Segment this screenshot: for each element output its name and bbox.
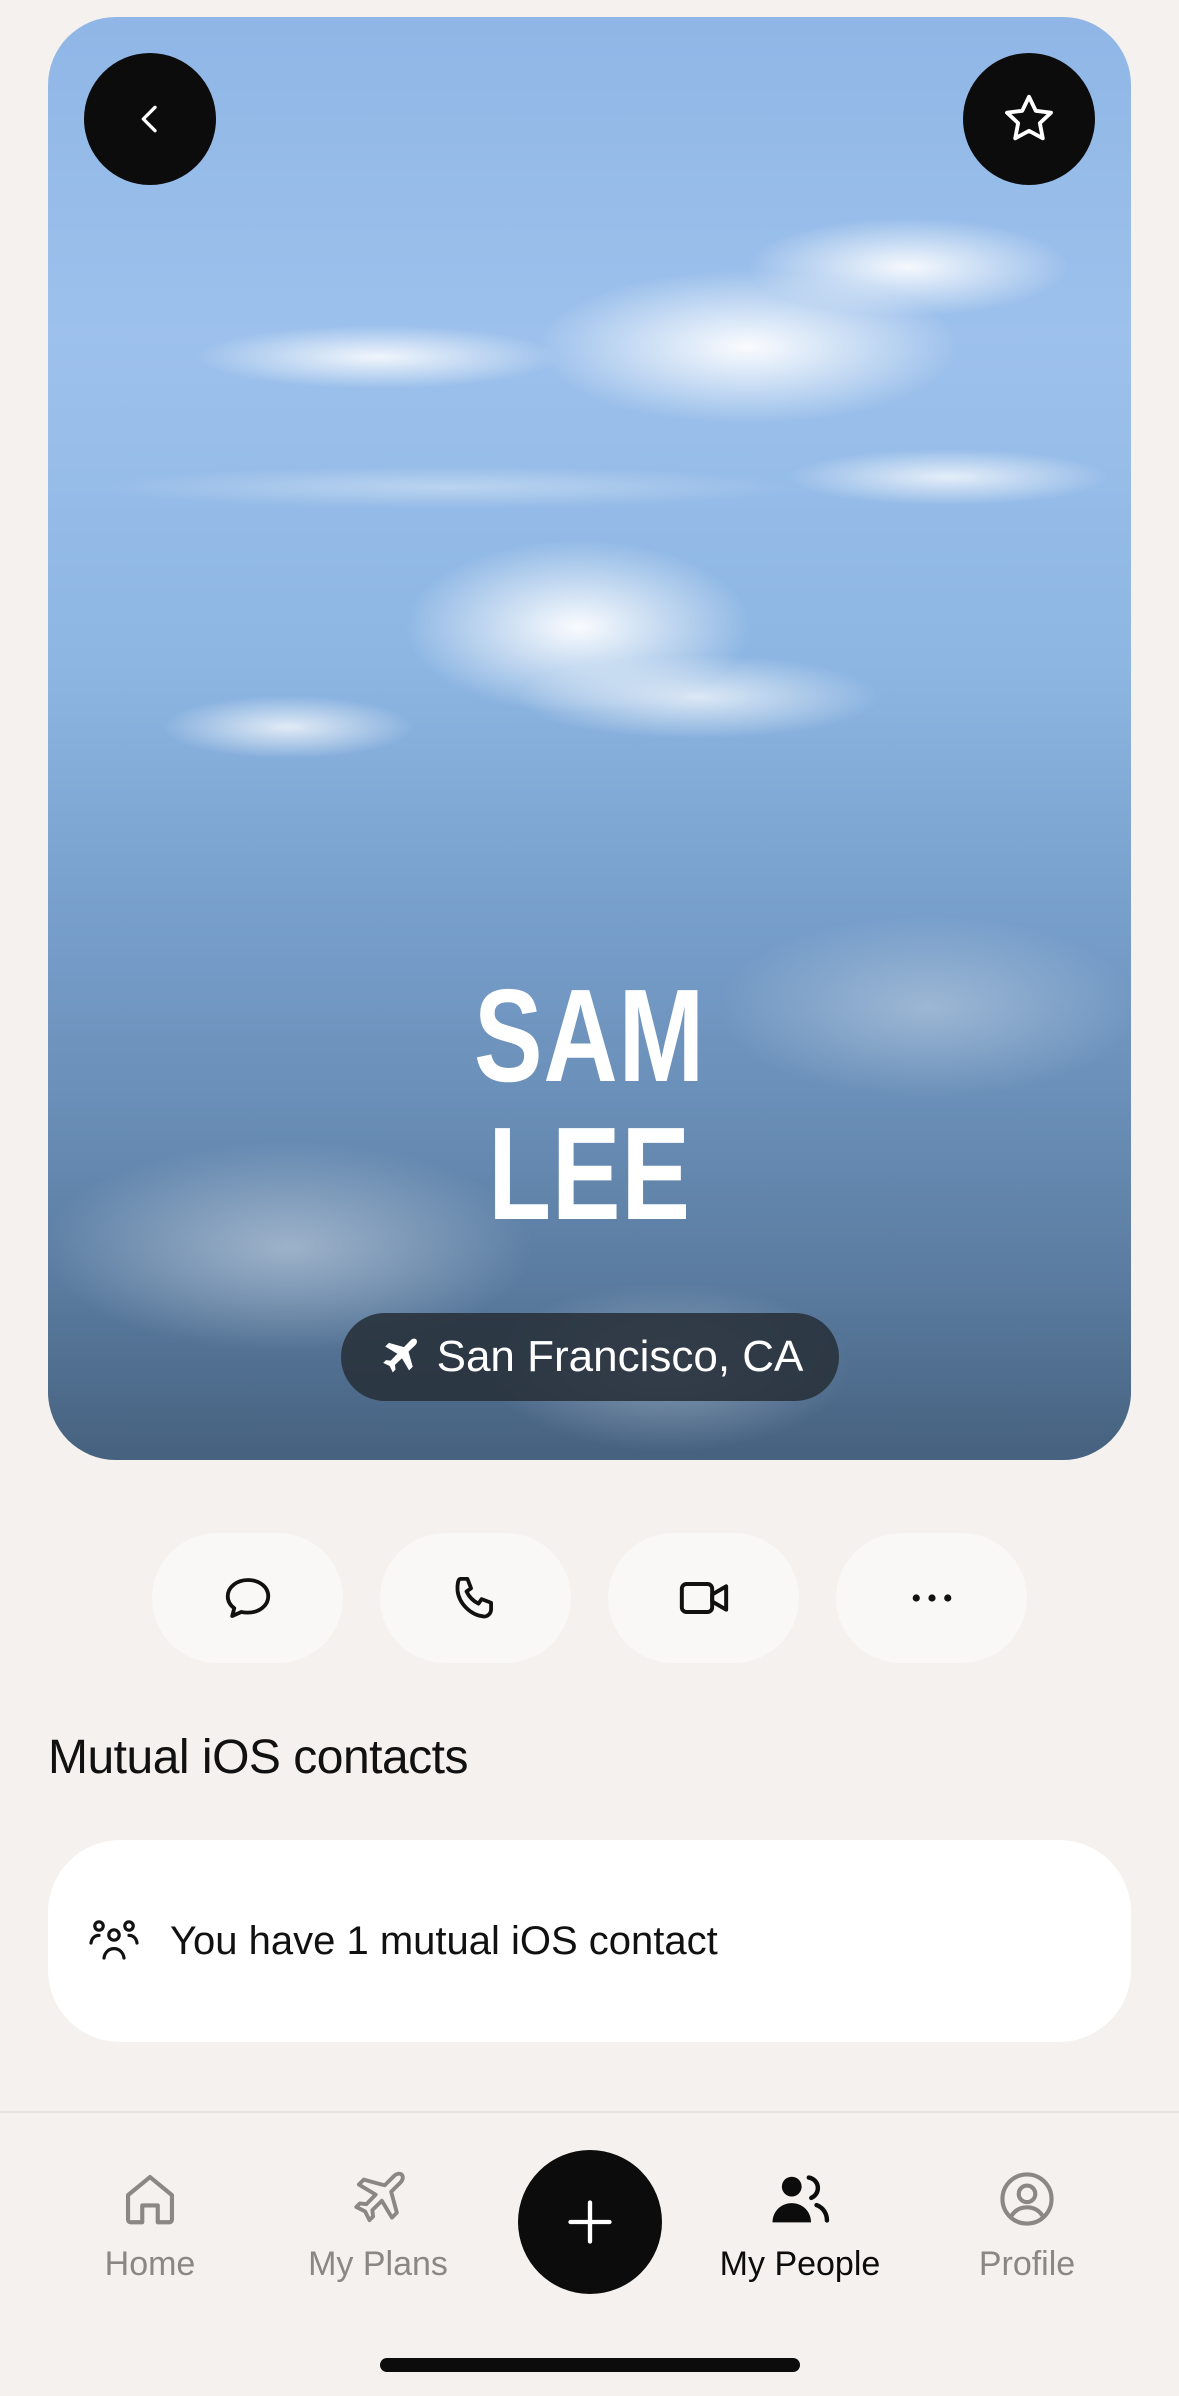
plus-icon — [564, 2196, 616, 2248]
tab-home[interactable]: Home — [50, 2165, 250, 2284]
first-name: SAM — [473, 962, 706, 1109]
tab-my-plans-label: My Plans — [308, 2245, 448, 2283]
back-button[interactable] — [84, 53, 216, 185]
contact-actions — [152, 1533, 1027, 1663]
home-indicator — [380, 2358, 800, 2372]
location-text: San Francisco, CA — [436, 1332, 804, 1381]
video-call-button[interactable] — [608, 1533, 799, 1663]
call-button[interactable] — [380, 1533, 571, 1663]
video-camera-icon — [676, 1570, 732, 1626]
group-icon — [86, 1913, 142, 1969]
message-bubble-icon — [221, 1571, 275, 1625]
tab-my-people-label: My People — [719, 2245, 881, 2283]
phone-icon — [449, 1571, 503, 1625]
mutual-contacts-text: You have 1 mutual iOS contact — [170, 1918, 718, 1963]
contact-detail-screen: SAM LEE San Francisco, CA Mutual iOS con… — [0, 0, 1179, 2396]
tab-home-label: Home — [104, 2245, 196, 2283]
contact-name: SAM LEE — [167, 967, 1012, 1243]
star-icon — [1000, 90, 1058, 148]
people-icon — [766, 2165, 834, 2233]
location-badge: San Francisco, CA — [341, 1313, 839, 1401]
mutual-contacts-card[interactable]: You have 1 mutual iOS contact — [48, 1840, 1131, 2042]
tab-profile[interactable]: Profile — [927, 2165, 1127, 2284]
more-options-button[interactable] — [836, 1533, 1027, 1663]
last-name: LEE — [488, 1100, 691, 1247]
favorite-button[interactable] — [963, 53, 1095, 185]
mutual-contacts-heading: Mutual iOS contacts — [48, 1731, 469, 1784]
home-icon — [116, 2165, 184, 2233]
airplane-icon — [377, 1335, 421, 1379]
more-dots-icon — [905, 1571, 959, 1625]
user-circle-icon — [993, 2165, 1061, 2233]
tab-my-plans[interactable]: My Plans — [278, 2165, 478, 2284]
tab-my-people[interactable]: My People — [700, 2165, 900, 2284]
airplane-icon — [344, 2165, 412, 2233]
tab-profile-label: Profile — [978, 2245, 1076, 2283]
add-button[interactable] — [518, 2150, 662, 2294]
chevron-left-icon — [130, 99, 170, 139]
message-button[interactable] — [152, 1533, 343, 1663]
bottom-tab-bar: Home My Plans My People Profile — [0, 2111, 1179, 2396]
profile-hero-card: SAM LEE San Francisco, CA — [48, 17, 1131, 1460]
